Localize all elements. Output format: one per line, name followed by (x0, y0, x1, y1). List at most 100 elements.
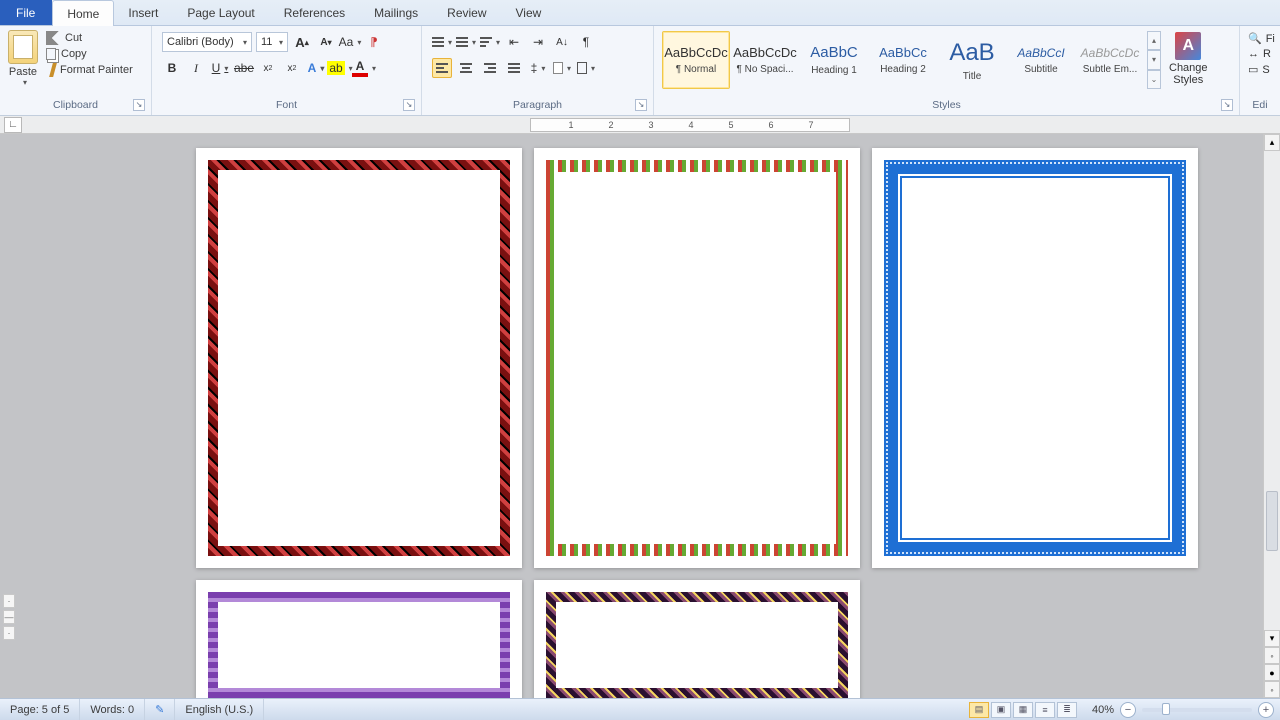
style-preview: AaBbC (810, 44, 858, 61)
bullets-button[interactable]: ▾ (432, 32, 452, 52)
prev-page-button[interactable]: ◦ (1264, 647, 1280, 664)
style-title[interactable]: AaBTitle (938, 31, 1006, 89)
clipboard-launcher[interactable]: ↘ (133, 99, 145, 111)
align-right-button[interactable] (480, 58, 500, 78)
page-2[interactable] (534, 148, 860, 568)
gallery-up-button[interactable]: ▴ (1147, 31, 1161, 50)
borders-button[interactable]: ▾ (576, 58, 596, 78)
view-print-layout[interactable]: ▤ (969, 702, 989, 718)
view-full-screen[interactable]: ▣ (991, 702, 1011, 718)
font-color-button[interactable]: A▾ (354, 58, 374, 78)
style-normal[interactable]: AaBbCcDc¶ Normal (662, 31, 730, 89)
style-heading-2[interactable]: AaBbCcHeading 2 (869, 31, 937, 89)
align-center-button[interactable] (456, 58, 476, 78)
style-no-spacing[interactable]: AaBbCcDc¶ No Spaci... (731, 31, 799, 89)
status-page[interactable]: Page: 5 of 5 (0, 699, 80, 720)
style-name-label: Heading 1 (811, 65, 857, 76)
show-marks-button[interactable]: ¶ (576, 32, 596, 52)
zoom-level-label[interactable]: 40% (1086, 704, 1120, 716)
tab-references[interactable]: References (270, 0, 360, 25)
tab-view[interactable]: View (502, 0, 557, 25)
select-button[interactable]: ▭S (1248, 63, 1275, 76)
paragraph-launcher[interactable]: ↘ (635, 99, 647, 111)
page-border-art-3 (884, 160, 1186, 556)
tab-home[interactable]: Home (52, 0, 114, 26)
shrink-font-button[interactable]: A▾ (316, 32, 336, 52)
zoom-out-button[interactable]: − (1120, 702, 1136, 718)
justify-button[interactable] (504, 58, 524, 78)
change-case-button[interactable]: Aa▾ (340, 32, 360, 52)
font-name-combo[interactable]: Calibri (Body)▾ (162, 32, 252, 52)
tab-review[interactable]: Review (433, 0, 501, 25)
scroll-thumb[interactable] (1266, 491, 1278, 551)
page-5[interactable] (534, 580, 860, 698)
change-styles-button[interactable]: Change Styles (1161, 28, 1216, 90)
zoom-slider[interactable] (1142, 708, 1252, 712)
multilevel-list-button[interactable]: ▾ (480, 32, 500, 52)
scroll-down-button[interactable]: ▾ (1264, 630, 1280, 647)
cut-button[interactable]: Cut (46, 31, 133, 45)
style-preview: AaBbCcDc (664, 45, 728, 60)
page-3[interactable] (872, 148, 1198, 568)
page-border-art-5 (546, 592, 848, 698)
paste-button[interactable]: Paste ▾ (4, 28, 42, 89)
line-spacing-button[interactable]: ‡▾ (528, 58, 548, 78)
style-subtitle[interactable]: AaBbCcISubtitle (1007, 31, 1075, 89)
bold-button[interactable]: B (162, 58, 182, 78)
highlight-button[interactable]: ab▾ (330, 58, 350, 78)
zoom-thumb[interactable] (1162, 703, 1170, 715)
replace-button[interactable]: ↔R (1248, 48, 1275, 60)
horizontal-ruler[interactable]: 1234567 (530, 118, 850, 132)
align-left-button[interactable] (432, 58, 452, 78)
style-preview: AaB (949, 39, 994, 67)
vertical-scrollbar[interactable]: ▴ ▾ ◦ ● ◦ (1263, 134, 1280, 698)
numbering-button[interactable]: ▾ (456, 32, 476, 52)
status-words[interactable]: Words: 0 (80, 699, 145, 720)
status-proofing[interactable]: ✎ (145, 699, 175, 720)
font-size-value: 11 (261, 36, 272, 48)
tab-insert[interactable]: Insert (114, 0, 173, 25)
superscript-button[interactable]: x2 (282, 58, 302, 78)
text-effects-button[interactable]: A▾ (306, 58, 326, 78)
find-button[interactable]: 🔍Fi (1248, 32, 1275, 45)
shading-button[interactable]: ▾ (552, 58, 572, 78)
tab-selector[interactable]: ∟ (4, 117, 22, 133)
gallery-more-button[interactable]: ⌄ (1147, 70, 1161, 89)
browse-object-button[interactable]: ● (1264, 664, 1280, 681)
font-size-combo[interactable]: 11▾ (256, 32, 288, 52)
tab-page-layout[interactable]: Page Layout (173, 0, 269, 25)
tab-mailings[interactable]: Mailings (360, 0, 433, 25)
tab-file[interactable]: File (0, 0, 52, 25)
find-label: Fi (1266, 33, 1275, 45)
paste-dropdown-icon[interactable]: ▾ (23, 78, 27, 87)
page-border-art-2 (546, 160, 848, 556)
style-subtle-emphasis[interactable]: AaBbCcDcSubtle Em... (1076, 31, 1144, 89)
decrease-indent-button[interactable]: ⇤ (504, 32, 524, 52)
scroll-up-button[interactable]: ▴ (1264, 134, 1280, 151)
copy-button[interactable]: Copy (46, 48, 133, 60)
scroll-track[interactable] (1264, 151, 1280, 630)
clear-formatting-button[interactable]: ⁋ (364, 32, 384, 52)
view-web-layout[interactable]: ▦ (1013, 702, 1033, 718)
grow-font-button[interactable]: A▴ (292, 32, 312, 52)
zoom-in-button[interactable]: + (1258, 702, 1274, 718)
sort-button[interactable]: A↓ (552, 32, 572, 52)
view-outline[interactable]: ≡ (1035, 702, 1055, 718)
increase-indent-button[interactable]: ⇥ (528, 32, 548, 52)
strikethrough-button[interactable]: abe (234, 58, 254, 78)
gallery-down-button[interactable]: ▾ (1147, 50, 1161, 69)
next-page-button[interactable]: ◦ (1264, 681, 1280, 698)
underline-button[interactable]: U▾ (210, 58, 230, 78)
font-launcher[interactable]: ↘ (403, 99, 415, 111)
view-draft[interactable]: ≣ (1057, 702, 1077, 718)
status-language[interactable]: English (U.S.) (175, 699, 264, 720)
format-painter-button[interactable]: Format Painter (46, 63, 133, 77)
group-clipboard: Paste ▾ Cut Copy Format Painter Clipboar… (0, 26, 152, 115)
style-heading-1[interactable]: AaBbC Heading 1 (800, 31, 868, 89)
page-1[interactable] (196, 148, 522, 568)
subscript-button[interactable]: x2 (258, 58, 278, 78)
pages-container[interactable] (0, 134, 1263, 698)
page-4[interactable] (196, 580, 522, 698)
italic-button[interactable]: I (186, 58, 206, 78)
styles-launcher[interactable]: ↘ (1221, 99, 1233, 111)
